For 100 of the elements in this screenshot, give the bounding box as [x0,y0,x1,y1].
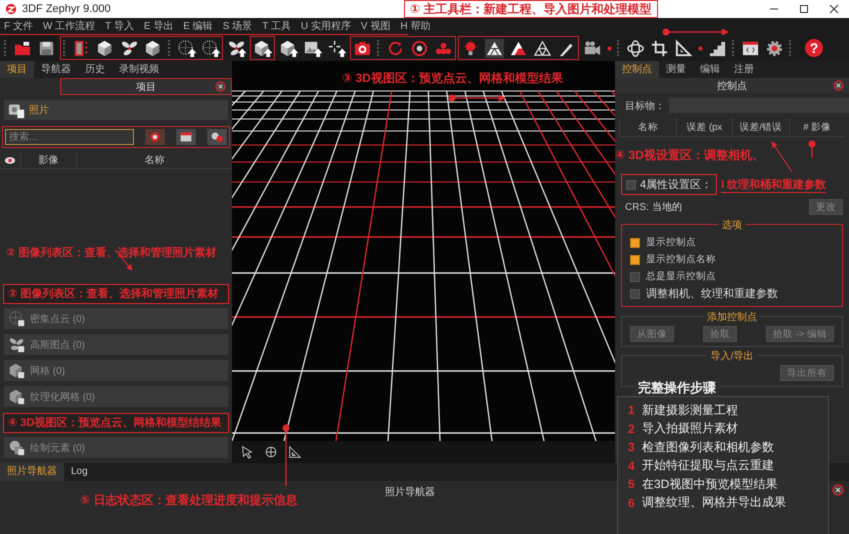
bottom-tab[interactable]: Log [64,463,95,481]
column-header[interactable]: 误差 (px [676,118,732,136]
shapes-icon [8,439,25,456]
crs-label: CRS: [625,202,649,212]
toolbar-callout: ① 主工具栏：新建工程、导入图片和处理模型 [404,0,658,18]
calendar-icon[interactable] [176,129,196,145]
menu-item[interactable]: E 导出 [144,19,174,33]
leaves-icon[interactable] [120,38,139,58]
annotation-text: 4属性设置区： [640,178,712,192]
step-text: 新建摄影测量工程 [642,402,738,419]
triangle-icon[interactable] [485,38,504,58]
callout-arrow [772,141,792,172]
annotation-text: l 纹理和桶和重建参数 [721,176,826,192]
section-label: 高斯图点 (0) [30,338,85,352]
settings-icon[interactable] [765,38,784,58]
menu-item[interactable]: U 实用程序 [300,19,351,33]
app-logo-icon [5,3,17,15]
column-header[interactable]: 影像 [20,153,76,167]
checkbox-label: 调整相机、纹理和重建参数 [646,287,778,301]
checkbox[interactable] [630,272,640,282]
menu-item[interactable]: E 编辑 [183,19,213,33]
eye-icon[interactable] [4,156,16,164]
target-icon[interactable] [410,38,429,58]
menu-item[interactable]: H 帮助 [400,19,430,33]
help-button[interactable]: ? [805,39,823,57]
cursor-icon[interactable] [240,445,254,459]
panel-tab[interactable]: 注册 [727,61,761,78]
callout-arrow [808,140,816,158]
menu-item[interactable]: T 导入 [105,19,134,33]
section-label: 绘制元素 (0) [30,442,85,454]
step-number: 5 [628,477,636,492]
close-icon[interactable] [215,81,226,92]
checkbox[interactable] [630,288,640,298]
checkbox-label: 显示控制点名称 [646,253,716,266]
panel-tab[interactable]: 编辑 [693,61,727,78]
step-text: 导入拍摄照片素材 [642,420,738,438]
cube-icon [8,362,25,379]
checkbox-label: 显示控制点 [646,236,696,249]
annotation-label: ② 图像列表区：查看、选择和管理照片素材 [3,284,229,304]
crosshair-arrow-icon[interactable] [327,38,346,58]
step-number: 3 [628,440,636,454]
annotation-text: ② 图像列表区：查看、选择和管理照片素材 [5,246,218,260]
column-header[interactable]: 误差/错误 [732,118,788,136]
dot-icon [698,46,703,50]
checkbox[interactable] [626,180,636,190]
menu-item[interactable]: V 视图 [360,19,390,33]
crs-value: 当地的 [652,200,682,214]
triangle-outline-icon[interactable] [533,38,552,58]
column-header[interactable]: # 影像 [788,118,845,136]
video-camera-icon[interactable] [583,38,602,58]
panel-tab[interactable]: 历史 [78,61,112,78]
menu-item[interactable]: W 工作流程 [42,19,96,33]
section-label: 密集点云 (0) [30,312,85,326]
group-title: 选项 [718,218,746,232]
panel-tab[interactable]: 录制视频 [112,61,166,78]
menu-item[interactable]: T 工具 [262,19,291,33]
checkbox-label: 总是显示控制点 [646,270,716,283]
dotted-sphere-arrow-icon[interactable] [201,38,220,58]
close-icon[interactable] [833,80,844,91]
callout-arrow [662,28,729,36]
column-header[interactable]: 名称 [619,118,676,136]
callout-arrow [282,424,290,486]
group-title: 导入/导出 [706,349,758,363]
checkbox[interactable] [630,254,640,264]
step-number: 1 [628,403,636,418]
panel-title: 照片导航器 [385,486,435,499]
panel-tab[interactable]: 测量 [659,61,693,78]
annotation-text: ④ 3D视设置区：调整相机、 [615,147,764,164]
step-text: 开始特征提取与点云重建 [642,457,774,474]
crop-icon[interactable] [650,38,669,58]
section-label: 网格 (0) [30,364,65,378]
step-text: 在3D视图中预览模型结果 [642,476,778,493]
step-number: 4 [628,458,636,473]
bulb-icon[interactable] [461,38,480,58]
close-icon[interactable] [829,4,839,14]
search-field[interactable]: 搜索... [5,129,134,145]
bottom-tab[interactable]: 照片导航器 [0,463,64,481]
menu-item[interactable]: F 文件 [4,19,33,33]
step-text: 调整纹理、网格并导出成果 [642,494,786,512]
panel-tab[interactable]: 控制点 [615,61,659,78]
annotation-text: ⑤ 日志状态区：查看处理进度和提示信息 [80,492,298,509]
record-icon[interactable] [145,129,165,145]
cube-arrow-icon[interactable] [279,38,298,58]
menu-item[interactable]: S 场景 [222,19,252,33]
close-icon[interactable] [832,484,844,496]
photos-section-button[interactable]: 照片 [4,100,228,120]
annotation-label: ④ 3D视图区：预览点云、网格和模型结结果 [3,413,229,433]
remove-photo-icon[interactable] [207,129,227,145]
leaves-arrow-icon[interactable] [227,38,246,58]
panel-tab[interactable]: 导航器 [34,61,78,78]
checkbox[interactable] [630,238,640,248]
step-number: 2 [628,422,636,436]
field-label: 目标物： [625,100,665,112]
callout-arrow [448,94,506,102]
orbit-icon[interactable] [626,38,645,58]
panel-tab[interactable]: 项目 [0,61,34,78]
step-number: 6 [628,496,636,510]
leaves-icon [8,336,25,353]
dotted-sphere-arrow-icon[interactable] [177,38,196,58]
maximize-icon[interactable] [799,4,809,14]
